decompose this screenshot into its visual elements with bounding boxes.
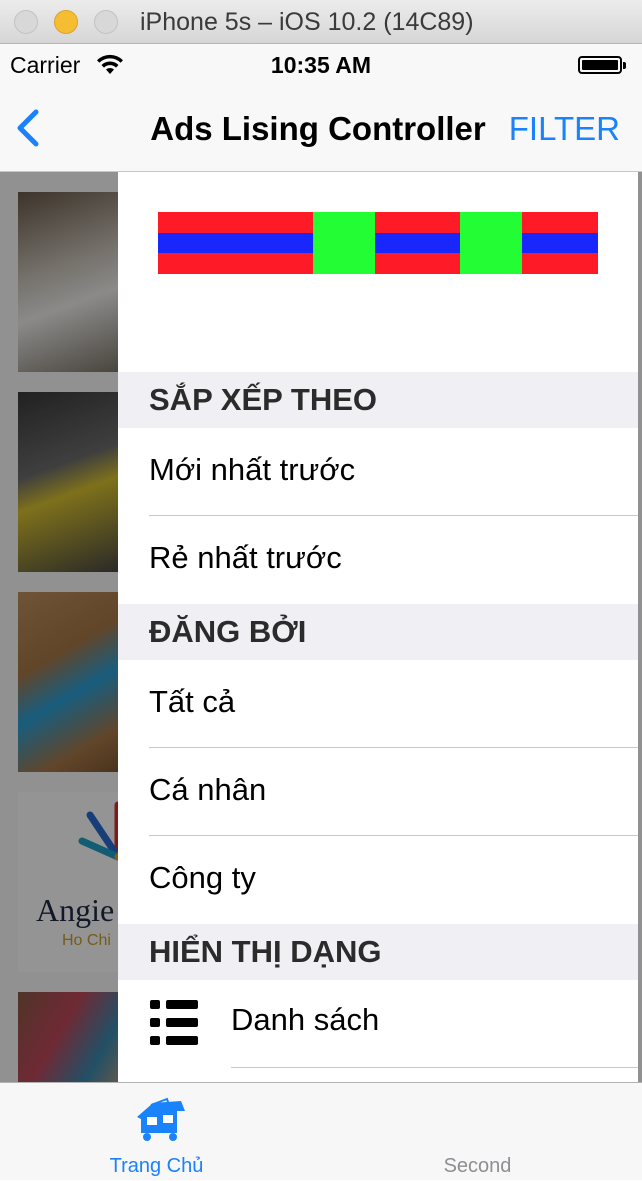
- zoom-window-button[interactable]: [94, 10, 118, 34]
- posted-by-option-company[interactable]: Công ty: [118, 836, 638, 924]
- section-header-posted-by: ĐĂNG BỞI: [118, 604, 638, 660]
- sort-option-cheapest[interactable]: Rẻ nhất trước: [118, 516, 638, 604]
- row-separator: [231, 1067, 638, 1068]
- list-icon: [150, 1000, 198, 1045]
- tab-label: Second: [443, 1155, 512, 1177]
- simulator-titlebar: iPhone 5s – iOS 10.2 (14C89): [0, 0, 642, 44]
- filter-drawer: SẮP XẾP THEO Mới nhất trước Rẻ nhất trướ…: [118, 172, 638, 1082]
- status-bar: Carrier 10:35 AM: [0, 44, 642, 84]
- posted-by-option-individual[interactable]: Cá nhân: [118, 748, 638, 836]
- navigation-bar: Ads Lising Controller FILTER: [0, 84, 642, 172]
- display-option-list[interactable]: Danh sách: [118, 980, 638, 1068]
- banner-image: [158, 212, 598, 274]
- tab-bar: Trang Chủ Second: [0, 1082, 642, 1180]
- sort-option-newest[interactable]: Mới nhất trước: [118, 428, 638, 516]
- close-window-button[interactable]: [14, 10, 38, 34]
- option-label: Công ty: [149, 860, 256, 895]
- battery-icon: [578, 56, 626, 74]
- tab-second[interactable]: Second: [321, 1083, 642, 1181]
- section-header-sort: SẮP XẾP THEO: [118, 372, 638, 428]
- minimize-window-button[interactable]: [54, 10, 78, 34]
- section-header-display: HIỂN THỊ DẠNG: [118, 924, 638, 980]
- option-label: Cá nhân: [149, 772, 267, 807]
- option-label: Mới nhất trước: [149, 452, 356, 487]
- option-label: Rẻ nhất trước: [149, 540, 342, 575]
- section-title: ĐĂNG BỞI: [149, 614, 307, 649]
- house-icon: [136, 1097, 185, 1141]
- section-title: HIỂN THỊ DẠNG: [149, 934, 382, 969]
- option-label: Tất cả: [149, 684, 236, 719]
- tab-home[interactable]: Trang Chủ: [0, 1083, 321, 1181]
- option-label: Danh sách: [231, 1002, 380, 1037]
- tab-label: Trang Chủ: [109, 1155, 204, 1177]
- clock: 10:35 AM: [270, 52, 372, 78]
- section-title: SẮP XẾP THEO: [149, 382, 377, 417]
- posted-by-option-all[interactable]: Tất cả: [118, 660, 638, 748]
- battery-fill: [582, 60, 618, 70]
- window-title: iPhone 5s – iOS 10.2 (14C89): [140, 8, 474, 36]
- filter-button[interactable]: FILTER: [509, 110, 620, 148]
- battery-tip: [623, 62, 626, 69]
